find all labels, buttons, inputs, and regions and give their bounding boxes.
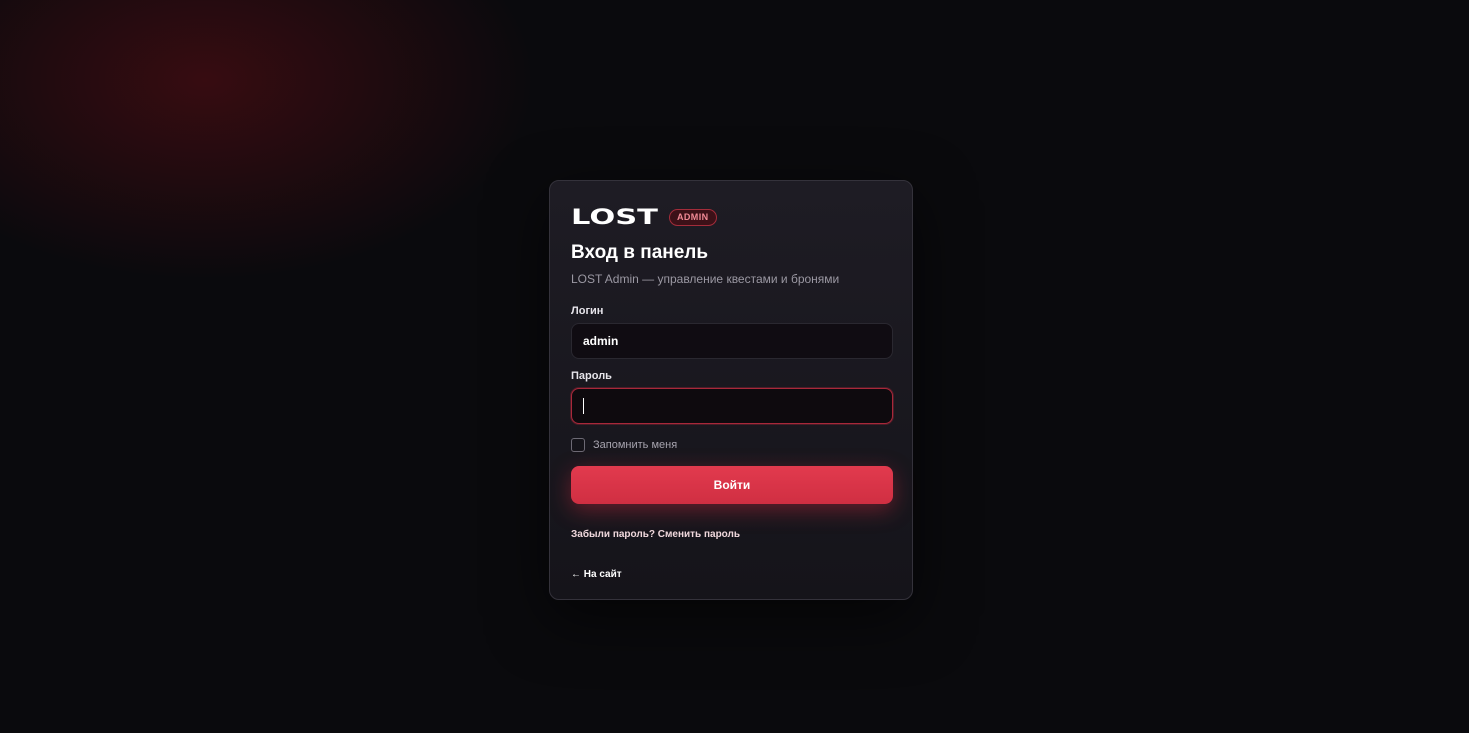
- brand: LOST ADMIN: [571, 205, 717, 229]
- login-card: LOST ADMIN Вход в панель LOST Admin — уп…: [549, 180, 913, 600]
- page-subtitle: LOST Admin — управление квестами и броня…: [571, 272, 840, 286]
- remember-me[interactable]: Запомнить меня: [571, 438, 677, 452]
- remember-checkbox[interactable]: [571, 438, 585, 452]
- forgot-password-link[interactable]: Забыли пароль? Сменить пароль: [571, 529, 740, 540]
- text-caret: [583, 398, 584, 414]
- logo: LOST: [571, 205, 658, 229]
- login-input[interactable]: [571, 323, 893, 359]
- page-title: Вход в панель: [571, 242, 709, 263]
- back-to-site-link[interactable]: ← На сайт: [571, 569, 622, 580]
- login-label: Логин: [571, 305, 604, 317]
- admin-badge: ADMIN: [669, 208, 717, 226]
- login-button[interactable]: Войти: [571, 466, 893, 504]
- password-label: Пароль: [571, 370, 612, 382]
- password-input[interactable]: [571, 388, 893, 424]
- remember-label: Запомнить меня: [593, 439, 678, 451]
- password-field-wrapper: [571, 388, 893, 424]
